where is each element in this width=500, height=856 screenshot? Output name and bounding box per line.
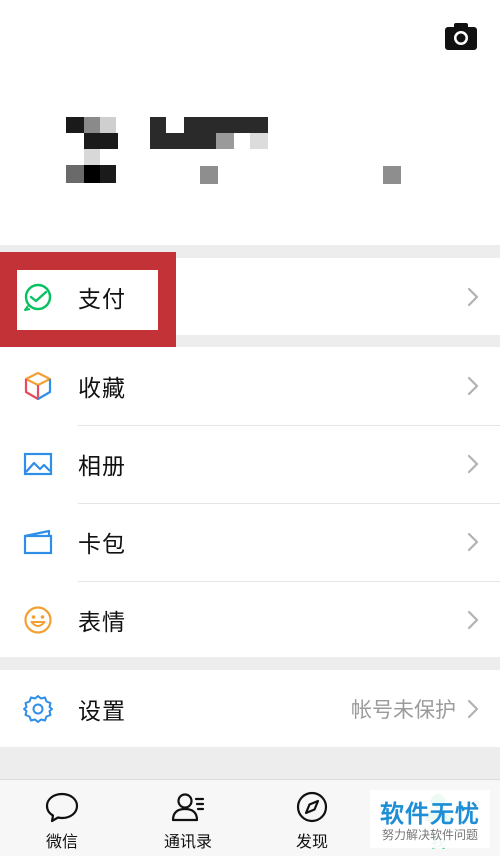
chat-bubble-icon [45, 792, 79, 823]
chevron-right-icon [467, 454, 479, 474]
chevron-right-icon [467, 610, 479, 630]
watermark: 软件无忧 努力解决软件问题 [370, 790, 490, 848]
profile-header[interactable] [0, 0, 500, 245]
qr-code-pixel [383, 166, 401, 184]
settings-section: 设置 帐号未保护 [0, 670, 500, 747]
tab-chats[interactable]: 微信 [12, 780, 112, 856]
watermark-subtitle: 努力解决软件问题 [381, 828, 478, 842]
tab-label: 微信 [45, 832, 78, 851]
menu-item-label: 设置 [78, 699, 126, 725]
account-status: 帐号未保护 [351, 698, 456, 722]
nickname-pixelated [150, 117, 268, 149]
menu-item-settings[interactable]: 设置 帐号未保护 [0, 670, 500, 748]
chevron-right-icon [467, 287, 479, 307]
menu-item-label: 卡包 [78, 532, 126, 558]
menu-item-card-wallet[interactable]: 卡包 [0, 503, 500, 581]
menu-item-label: 表情 [78, 610, 126, 636]
watermark-title: 软件无忧 [380, 800, 480, 828]
tab-discover[interactable]: 发现 [262, 780, 362, 856]
image-icon [23, 452, 53, 476]
cube-icon [24, 371, 52, 401]
chevron-right-icon [467, 532, 479, 552]
tab-label: 通讯录 [163, 832, 212, 851]
compass-icon [296, 791, 328, 823]
menu-item-favorites[interactable]: 收藏 [0, 347, 500, 425]
contacts-icon [171, 793, 205, 822]
highlight-box [0, 252, 176, 348]
features-section: 收藏 相册 卡包 表情 [0, 347, 500, 657]
tab-label: 发现 [295, 832, 328, 851]
menu-item-stickers[interactable]: 表情 [0, 581, 500, 659]
menu-item-label: 收藏 [78, 376, 126, 402]
card-wallet-icon [23, 529, 53, 555]
smiley-icon [24, 606, 52, 634]
gear-icon [23, 695, 53, 723]
menu-item-label: 相册 [78, 454, 126, 480]
chevron-right-icon [467, 376, 479, 396]
tab-contacts[interactable]: 通讯录 [138, 780, 238, 856]
chevron-right-icon [467, 699, 479, 719]
avatar[interactable] [66, 117, 118, 183]
wechat-id-pixel [200, 166, 218, 184]
menu-item-album[interactable]: 相册 [0, 425, 500, 503]
camera-icon[interactable] [443, 20, 479, 52]
